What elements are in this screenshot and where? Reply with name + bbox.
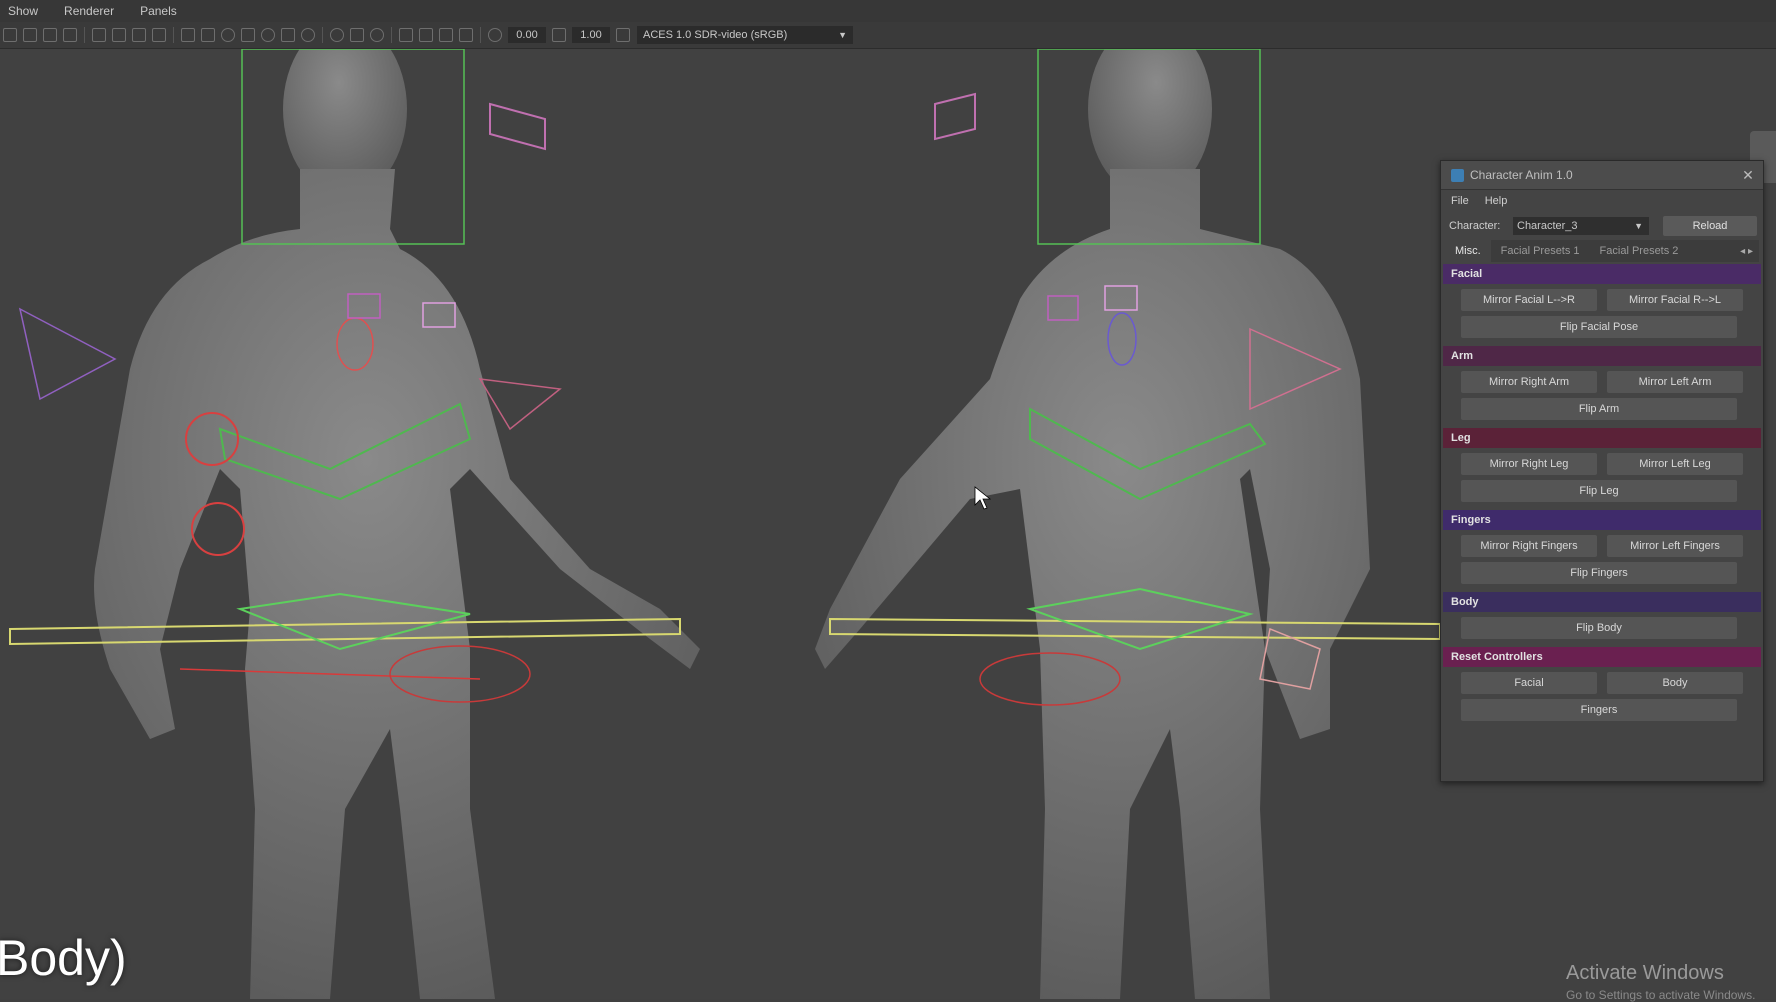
- separator: [173, 27, 174, 43]
- menu-panels[interactable]: Panels: [140, 4, 177, 18]
- viewport-toolbar: 0.00 1.00 ACES 1.0 SDR-video (sRGB) ▼: [0, 22, 1776, 49]
- separator: [84, 27, 85, 43]
- flip-body-button[interactable]: Flip Body: [1461, 617, 1737, 639]
- character-select[interactable]: Character_3 ▼: [1513, 217, 1649, 235]
- wireframe-icon[interactable]: [181, 28, 195, 42]
- backface-icon[interactable]: [459, 28, 473, 42]
- shaded-icon[interactable]: [221, 28, 235, 42]
- tab-bar: Misc. Facial Presets 1 Facial Presets 2 …: [1445, 240, 1759, 262]
- tab-facial-presets-1[interactable]: Facial Presets 1: [1491, 240, 1590, 262]
- xray-joints-icon[interactable]: [439, 28, 453, 42]
- facial-mirror-row: Mirror Facial L-->R Mirror Facial R-->L: [1441, 284, 1763, 311]
- mirror-left-arm-button[interactable]: Mirror Left Arm: [1607, 371, 1743, 393]
- arm-mirror-row: Mirror Right Arm Mirror Left Arm: [1441, 366, 1763, 393]
- image-plane-icon[interactable]: [63, 28, 77, 42]
- right-character[interactable]: [815, 49, 1441, 999]
- reset-fingers-button[interactable]: Fingers: [1461, 699, 1737, 721]
- gamma-field[interactable]: 1.00: [572, 27, 610, 43]
- arm-flip-row: Flip Arm: [1441, 393, 1763, 420]
- app-icon: [1451, 168, 1464, 182]
- mirror-right-leg-button[interactable]: Mirror Right Leg: [1461, 453, 1597, 475]
- left-character[interactable]: [9, 49, 700, 999]
- mirror-right-fingers-button[interactable]: Mirror Right Fingers: [1461, 535, 1597, 557]
- select-camera-icon[interactable]: [3, 28, 17, 42]
- smooth-shade-icon[interactable]: [201, 28, 215, 42]
- chevron-down-icon: ▼: [1634, 221, 1643, 231]
- gate-mask-icon[interactable]: [152, 28, 166, 42]
- menu-help[interactable]: Help: [1485, 195, 1508, 207]
- mirror-facial-r-l-button[interactable]: Mirror Facial R-->L: [1607, 289, 1743, 311]
- section-facial: Facial: [1443, 264, 1761, 284]
- section-arm: Arm: [1443, 346, 1761, 366]
- mirror-left-leg-button[interactable]: Mirror Left Leg: [1607, 453, 1743, 475]
- fingers-flip-row: Flip Fingers: [1441, 557, 1763, 584]
- flip-fingers-button[interactable]: Flip Fingers: [1461, 562, 1737, 584]
- activate-windows-subtext: Go to Settings to activate Windows.: [1566, 988, 1756, 1002]
- fingers-mirror-row: Mirror Right Fingers Mirror Left Fingers: [1441, 530, 1763, 557]
- section-fingers: Fingers: [1443, 510, 1761, 530]
- close-icon[interactable]: ✕: [1739, 167, 1757, 184]
- bookmark-icon[interactable]: [43, 28, 57, 42]
- leg-mirror-row: Mirror Right Leg Mirror Left Leg: [1441, 448, 1763, 475]
- tab-misc[interactable]: Misc.: [1445, 240, 1491, 262]
- separator: [391, 27, 392, 43]
- tab-facial-presets-2[interactable]: Facial Presets 2: [1590, 240, 1689, 262]
- section-leg: Leg: [1443, 428, 1761, 448]
- separator: [322, 27, 323, 43]
- menu-file[interactable]: File: [1451, 195, 1469, 207]
- character-row: Character: Character_3 ▼ Reload: [1441, 212, 1763, 240]
- leg-flip-row: Flip Leg: [1441, 475, 1763, 502]
- menu-renderer[interactable]: Renderer: [64, 4, 114, 18]
- reset-row: Facial Body: [1441, 667, 1763, 694]
- flip-leg-button[interactable]: Flip Leg: [1461, 480, 1737, 502]
- reset-facial-button[interactable]: Facial: [1461, 672, 1597, 694]
- xray-icon[interactable]: [419, 28, 433, 42]
- chevron-down-icon: ▼: [838, 30, 847, 40]
- activate-windows-watermark: Activate Windows: [1566, 962, 1724, 984]
- window-menu-bar: File Help: [1441, 190, 1763, 212]
- section-body: Body: [1443, 592, 1761, 612]
- colorspace-select[interactable]: ACES 1.0 SDR-video (sRGB) ▼: [637, 26, 853, 44]
- color-management-icon[interactable]: [616, 28, 630, 42]
- tab-scroll-arrows-icon[interactable]: ◂ ▸: [1740, 246, 1753, 257]
- reset-fingers-row: Fingers: [1441, 694, 1763, 721]
- section-reset-controllers: Reset Controllers: [1443, 647, 1761, 667]
- reset-body-button[interactable]: Body: [1607, 672, 1743, 694]
- separator: [480, 27, 481, 43]
- film-gate-icon[interactable]: [112, 28, 126, 42]
- gamma-icon[interactable]: [552, 28, 566, 42]
- resolution-gate-icon[interactable]: [132, 28, 146, 42]
- mirror-left-fingers-button[interactable]: Mirror Left Fingers: [1607, 535, 1743, 557]
- character-value: Character_3: [1517, 220, 1578, 232]
- depth-of-field-icon[interactable]: [370, 28, 384, 42]
- motion-blur-icon[interactable]: [330, 28, 344, 42]
- exposure-field[interactable]: 0.00: [508, 27, 546, 43]
- menu-show[interactable]: Show: [8, 4, 38, 18]
- menu-bar: Show Renderer Panels: [0, 0, 1776, 22]
- facial-flip-row: Flip Facial Pose: [1441, 311, 1763, 338]
- shadows-icon[interactable]: [281, 28, 295, 42]
- mirror-facial-l-r-button[interactable]: Mirror Facial L-->R: [1461, 289, 1597, 311]
- isolate-select-icon[interactable]: [399, 28, 413, 42]
- flip-arm-button[interactable]: Flip Arm: [1461, 398, 1737, 420]
- window-titlebar[interactable]: Character Anim 1.0 ✕: [1441, 161, 1763, 190]
- body-flip-row: Flip Body: [1441, 612, 1763, 639]
- flip-facial-pose-button[interactable]: Flip Facial Pose: [1461, 316, 1737, 338]
- anti-alias-icon[interactable]: [350, 28, 364, 42]
- character-label: Character:: [1449, 220, 1501, 232]
- window-title: Character Anim 1.0: [1470, 168, 1573, 182]
- character-anim-window: Character Anim 1.0 ✕ File Help Character…: [1440, 160, 1764, 782]
- grid-icon[interactable]: [92, 28, 106, 42]
- lights-icon[interactable]: [261, 28, 275, 42]
- textured-icon[interactable]: [241, 28, 255, 42]
- colorspace-value: ACES 1.0 SDR-video (sRGB): [643, 29, 788, 41]
- video-caption: Body): [0, 930, 127, 986]
- exposure-icon[interactable]: [488, 28, 502, 42]
- camera-attributes-icon[interactable]: [23, 28, 37, 42]
- mirror-right-arm-button[interactable]: Mirror Right Arm: [1461, 371, 1597, 393]
- ambient-occlusion-icon[interactable]: [301, 28, 315, 42]
- reload-button[interactable]: Reload: [1663, 216, 1757, 236]
